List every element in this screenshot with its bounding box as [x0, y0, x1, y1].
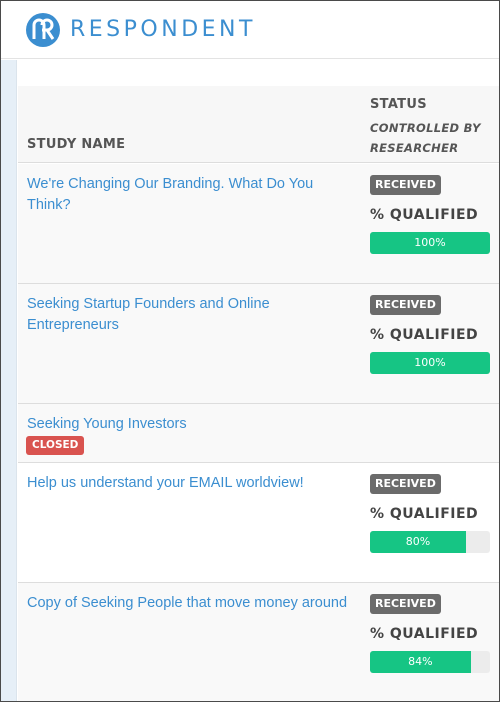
progress-text: 84%	[408, 655, 433, 668]
app-frame: RESPONDENT STUDY NAME STATUS CONTROLLED …	[0, 0, 500, 702]
progress-text: 80%	[405, 535, 431, 548]
respondent-logo-icon[interactable]	[25, 12, 61, 48]
table-row: Seeking Young Investors CLOSED	[18, 404, 499, 463]
progress-text: 100%	[414, 356, 446, 369]
status-badge: RECEIVED	[370, 594, 441, 614]
closed-badge: CLOSED	[26, 436, 85, 455]
qualified-label: % QUALIFIED	[370, 506, 479, 522]
top-header: RESPONDENT	[1, 1, 499, 59]
table-row: Help us understand your EMAIL worldview!…	[18, 463, 499, 583]
status-badge: RECEIVED	[370, 295, 441, 315]
brand-name[interactable]: RESPONDENT	[70, 17, 256, 42]
study-link[interactable]: Seeking Young Investors	[27, 414, 357, 435]
side-gutter	[1, 60, 17, 701]
status-badge: RECEIVED	[370, 175, 441, 195]
column-header-status: STATUS	[370, 97, 427, 112]
qualified-progress-bar: 84%	[370, 651, 490, 673]
qualified-progress-bar: 80%	[370, 531, 490, 553]
studies-table: STUDY NAME STATUS CONTROLLED BY RESEARCH…	[18, 60, 499, 701]
table-row: We're Changing Our Branding. What Do You…	[18, 164, 499, 284]
status-badge: RECEIVED	[370, 474, 441, 494]
study-link[interactable]: Help us understand your EMAIL worldview!	[27, 473, 357, 494]
table-header: STUDY NAME STATUS CONTROLLED BY RESEARCH…	[18, 86, 499, 163]
qualified-progress-bar: 100%	[370, 232, 490, 254]
progress-text: 100%	[414, 236, 446, 249]
study-link[interactable]: Copy of Seeking People that move money a…	[27, 593, 357, 614]
column-header-status-note: CONTROLLED BY RESEARCHER	[370, 121, 481, 155]
qualified-label: % QUALIFIED	[370, 626, 479, 642]
qualified-label: % QUALIFIED	[370, 327, 479, 343]
study-link[interactable]: We're Changing Our Branding. What Do You…	[27, 174, 357, 216]
column-header-study-name: STUDY NAME	[27, 137, 126, 152]
study-link[interactable]: Seeking Startup Founders and Online Entr…	[27, 294, 357, 336]
qualified-label: % QUALIFIED	[370, 207, 479, 223]
table-row: Copy of Seeking People that move money a…	[18, 583, 499, 701]
table-row: Seeking Startup Founders and Online Entr…	[18, 284, 499, 404]
qualified-progress-bar: 100%	[370, 352, 490, 374]
